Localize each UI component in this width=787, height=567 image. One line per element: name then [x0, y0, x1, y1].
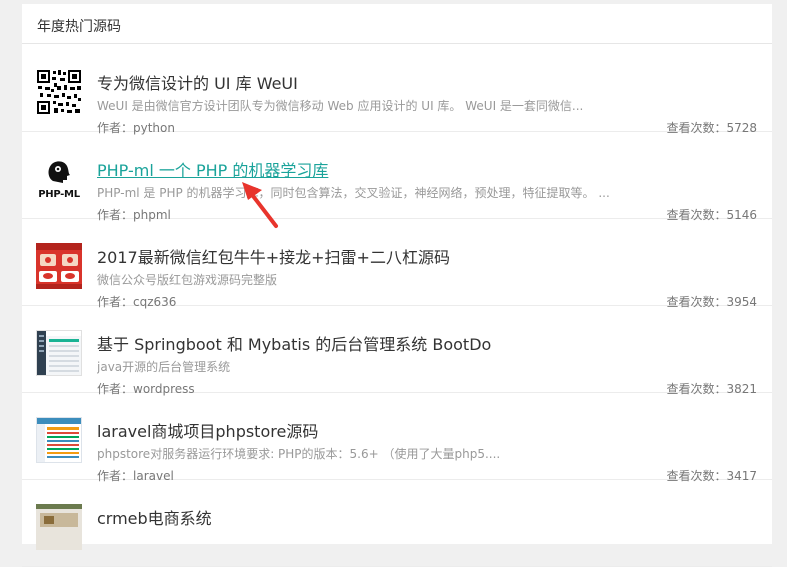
red-packet-thumbnail[interactable] — [36, 243, 82, 289]
item-title[interactable]: laravel商城项目phpstore源码 — [97, 418, 318, 442]
item-title[interactable]: crmeb电商系统 — [97, 505, 212, 529]
item-title[interactable]: 专为微信设计的 UI 库 WeUI — [97, 70, 298, 94]
panel-title: 年度热门源码 — [22, 4, 772, 44]
php-ml-logo-text: PHP-ML — [38, 189, 80, 200]
item-title[interactable]: 基于 Springboot 和 Mybatis 的后台管理系统 BootDo — [97, 331, 491, 355]
item-description: phpstore对服务器运行环境要求: PHP的版本：5.6+ （使用了大量ph… — [97, 447, 501, 461]
list-item: 2017最新微信红包牛牛+接龙+扫雷+二八杠源码 微信公众号版红包游戏源码完整版… — [22, 219, 772, 309]
shop-thumbnail[interactable] — [36, 504, 82, 550]
item-title[interactable]: 2017最新微信红包牛牛+接龙+扫雷+二八杠源码 — [97, 244, 450, 268]
list-item: laravel商城项目phpstore源码 phpstore对服务器运行环境要求… — [22, 393, 772, 483]
item-description: java开源的后台管理系统 — [97, 360, 231, 374]
item-description: PHP-ml 是 PHP 的机器学习库，同时包含算法，交叉验证，神经网络，预处理… — [97, 186, 610, 200]
php-ml-logo[interactable]: PHP-ML — [36, 156, 82, 202]
store-thumbnail[interactable] — [36, 417, 82, 463]
item-description: WeUI 是由微信官方设计团队专为微信移动 Web 应用设计的 UI 库。 We… — [97, 99, 584, 113]
list-item: PHP-ML PHP-ml 一个 PHP 的机器学习库 PHP-ml 是 PHP… — [22, 132, 772, 222]
item-description: 微信公众号版红包游戏源码完整版 — [97, 273, 278, 287]
red-arrow-icon — [242, 182, 278, 228]
list-item: 基于 Springboot 和 Mybatis 的后台管理系统 BootDo j… — [22, 306, 772, 396]
item-title[interactable]: PHP-ml 一个 PHP 的机器学习库 — [97, 157, 328, 181]
list-item: 专为微信设计的 UI 库 WeUI WeUI 是由微信官方设计团队专为微信移动 … — [22, 45, 772, 135]
admin-dashboard-thumbnail[interactable] — [36, 330, 82, 376]
hot-source-panel: 年度热门源码 专为微信设计的 UI 库 WeUI WeUI 是由微信官方设计团队… — [22, 4, 772, 567]
qr-code-icon[interactable] — [36, 69, 82, 115]
